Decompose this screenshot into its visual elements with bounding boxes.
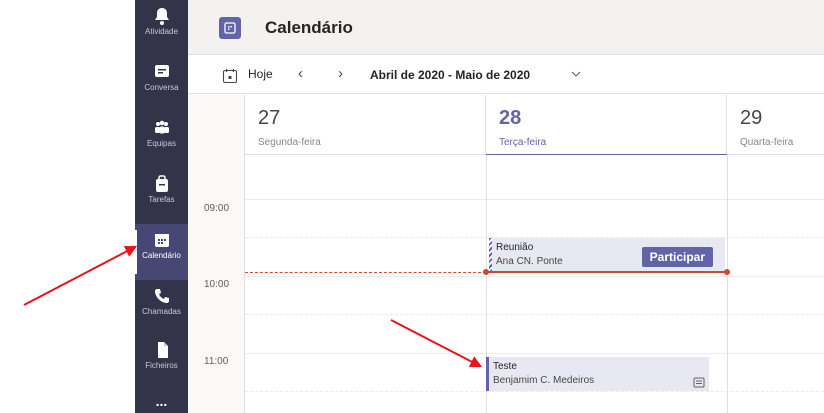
day-name: Segunda-feira xyxy=(258,137,321,148)
app-header: Calendário xyxy=(188,0,824,55)
day-name: Terça-feira xyxy=(499,137,547,148)
event-organizer: Ana CN. Ponte xyxy=(496,256,563,267)
time-gutter-header xyxy=(188,95,245,155)
current-time-line xyxy=(245,272,486,273)
join-button[interactable]: Participar xyxy=(641,247,713,267)
more-icon: ... xyxy=(155,393,168,409)
half-hour-gridline xyxy=(245,391,824,392)
previous-week-button[interactable]: ‹ xyxy=(298,65,303,82)
calendar-app-icon xyxy=(219,17,241,39)
time-label: 09:00 xyxy=(204,203,230,214)
day-number: 27 xyxy=(258,107,281,129)
today-button[interactable]: Hoje xyxy=(248,67,273,81)
today-calendar-icon[interactable] xyxy=(222,68,238,84)
assignments-icon xyxy=(155,175,168,192)
chevron-down-icon[interactable] xyxy=(570,68,582,80)
day-column-header[interactable]: 29 Quarta-feira xyxy=(727,95,824,155)
event-organizer: Benjamim C. Medeiros xyxy=(493,375,595,386)
rail-item-assignments[interactable]: Tarefas xyxy=(135,168,188,224)
time-label: 10:00 xyxy=(204,279,230,290)
time-label: 11:00 xyxy=(204,356,229,367)
hour-gridline xyxy=(245,353,824,354)
day-divider xyxy=(727,155,728,413)
day-column-header[interactable]: 27 Segunda-feira xyxy=(245,95,486,155)
event-title: Reunião xyxy=(496,242,534,253)
calendar-grid[interactable]: 09:00 10:00 11:00 Reunião Ana CN. Ponte … xyxy=(188,155,824,413)
bell-icon xyxy=(154,8,169,25)
app-rail: Atividade Conversa Equipas Tarefas Calen… xyxy=(135,0,188,413)
meeting-event[interactable]: Reunião Ana CN. Ponte Participar xyxy=(489,238,725,271)
current-time-line-today xyxy=(486,271,727,273)
rail-label: Atividade xyxy=(145,27,178,36)
event-title: Teste xyxy=(493,361,517,372)
calendar-toolbar: Hoje ‹ › Abril de 2020 - Maio de 2020 xyxy=(188,56,824,94)
calendar-icon xyxy=(154,234,169,247)
hour-gridline xyxy=(245,276,824,277)
file-icon xyxy=(157,342,168,358)
tentative-stripe xyxy=(489,238,492,271)
current-time-dot xyxy=(483,269,489,275)
day-number: 29 xyxy=(740,107,763,129)
rail-label: Calendário xyxy=(142,251,181,260)
rail-item-calls[interactable]: Chamadas xyxy=(135,280,188,336)
rail-label: Ficheiros xyxy=(145,361,178,370)
rail-label: Conversa xyxy=(144,83,179,92)
day-name: Quarta-feira xyxy=(740,137,794,148)
teams-calendar-window: Atividade Conversa Equipas Tarefas Calen… xyxy=(0,0,824,413)
date-range-picker[interactable]: Abril de 2020 - Maio de 2020 xyxy=(370,68,530,82)
phone-icon xyxy=(154,289,169,303)
day-header-row: 27 Segunda-feira 28 Terça-feira 29 Quart… xyxy=(188,95,824,156)
rail-label: Tarefas xyxy=(148,195,175,204)
rail-item-more[interactable]: ... xyxy=(135,392,188,413)
rail-item-activity[interactable]: Atividade xyxy=(135,0,188,56)
assignment-icon xyxy=(693,377,705,388)
current-time-dot xyxy=(724,269,730,275)
teams-icon xyxy=(154,120,169,134)
hour-gridline xyxy=(245,199,824,200)
time-gutter: 09:00 10:00 11:00 xyxy=(188,155,245,413)
rail-label: Equipas xyxy=(147,139,176,148)
day-number: 28 xyxy=(499,107,522,129)
rail-item-chat[interactable]: Conversa xyxy=(135,56,188,112)
day-column-header-today[interactable]: 28 Terça-feira xyxy=(486,95,727,156)
rail-item-teams[interactable]: Equipas xyxy=(135,112,188,168)
page-title: Calendário xyxy=(265,18,353,37)
half-hour-gridline xyxy=(245,314,824,315)
rail-label: Chamadas xyxy=(142,307,181,316)
next-week-button[interactable]: › xyxy=(338,65,343,82)
rail-item-files[interactable]: Ficheiros xyxy=(135,336,188,392)
arrow-to-calendar xyxy=(23,245,138,306)
rail-item-calendar[interactable]: Calendário xyxy=(135,224,188,280)
chat-icon xyxy=(154,65,169,77)
test-event[interactable]: Teste Benjamim C. Medeiros xyxy=(486,357,709,391)
